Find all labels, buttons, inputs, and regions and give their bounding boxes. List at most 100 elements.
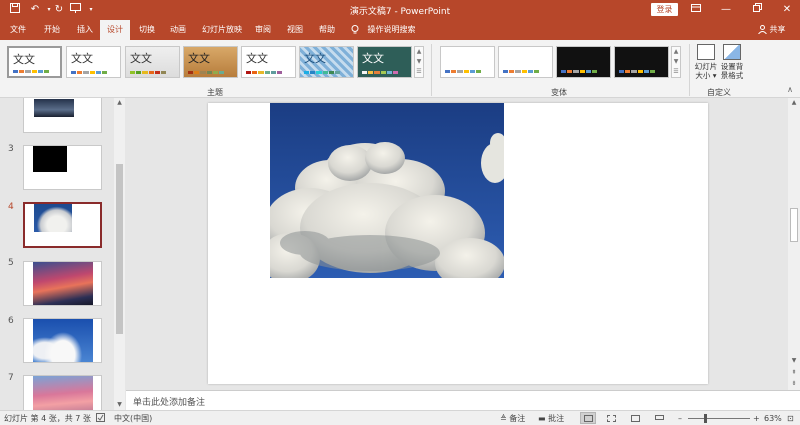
current-slide[interactable]	[208, 103, 708, 384]
zoom-slider[interactable]	[688, 418, 750, 419]
login-button[interactable]: 登录	[651, 3, 678, 16]
share-button[interactable]: 共享	[758, 20, 786, 40]
slide-number: 5	[8, 258, 14, 268]
variant-color-bars	[561, 70, 598, 73]
title-bar: ↶ ▾ ↻ ▾ 演示文稿7 - PowerPoint 登录 — ✕	[0, 0, 800, 20]
status-bar: 幻灯片 第 4 张，共 7 张 中文(中国) ≜ 备注 ▬ 批注 – + 63%…	[0, 410, 800, 425]
cloud-blue-sky-image	[34, 204, 72, 232]
slide-thumbnail[interactable]	[23, 98, 102, 133]
tab-animations[interactable]: 动画	[166, 20, 190, 40]
slide-size-button[interactable]: 幻灯片 大小 ▾	[693, 44, 719, 80]
next-slide-icon[interactable]: ⇟	[788, 379, 800, 389]
more-icon[interactable]: ☰	[415, 67, 423, 77]
slide-thumbnail-active[interactable]	[23, 202, 102, 248]
variant-2[interactable]	[498, 46, 553, 78]
red-sunset-clouds-image	[33, 262, 93, 305]
theme-color-bars	[188, 71, 225, 74]
theme-chalkboard[interactable]: 文文	[357, 46, 412, 78]
theme-ion-light[interactable]: 文文	[241, 46, 296, 78]
theme-pattern[interactable]: 文文	[299, 46, 354, 78]
slide-scrollbar[interactable]: ▲ ▼ ⇞ ⇟	[788, 98, 800, 390]
theme-preview-text: 文文	[188, 52, 210, 65]
ribbon-display-options-icon[interactable]	[688, 2, 704, 18]
theme-color-bars	[13, 70, 50, 73]
themes-scroll-control[interactable]: ▲ ▼ ☰	[414, 46, 424, 78]
zoom-in-icon[interactable]: +	[753, 413, 760, 424]
scroll-down-icon[interactable]: ▼	[114, 400, 125, 410]
chevron-down-icon[interactable]: ▼	[415, 57, 423, 67]
variants-scroll-control[interactable]: ▲ ▼ ☰	[671, 46, 681, 78]
slide-show-button[interactable]	[651, 412, 667, 424]
slide-number: 4	[8, 202, 14, 212]
cumulus-cloud-image[interactable]	[270, 103, 504, 278]
more-icon[interactable]: ☰	[672, 67, 680, 77]
tab-design[interactable]: 设计	[100, 20, 130, 40]
scrollbar-thumb[interactable]	[116, 164, 123, 334]
slide-thumbnail[interactable]	[23, 261, 102, 306]
theme-office-theme[interactable]: 文文	[66, 46, 121, 78]
format-background-label: 景格式	[720, 71, 744, 80]
format-background-button[interactable]: 设置背 景格式	[719, 44, 745, 80]
scroll-up-icon[interactable]: ▲	[788, 98, 800, 108]
theme-preview-text: 文文	[130, 52, 152, 65]
slide-size-label: 幻灯片	[694, 62, 718, 71]
comment-icon: ▬	[538, 414, 546, 423]
notes-placeholder: 单击此处添加备注	[133, 398, 206, 408]
slide-number: 7	[8, 373, 14, 383]
maximize-icon[interactable]	[749, 2, 765, 18]
close-icon[interactable]: ✕	[779, 2, 795, 18]
variant-3[interactable]	[556, 46, 611, 78]
chevron-down-icon[interactable]: ▼	[672, 57, 680, 67]
scroll-up-icon[interactable]: ▲	[114, 98, 125, 108]
theme-preview-text: 文文	[13, 53, 35, 66]
theme-wood[interactable]: 文文	[183, 46, 238, 78]
slide-thumbnail[interactable]	[23, 318, 102, 363]
tab-home[interactable]: 开始	[40, 20, 64, 40]
tell-me-search[interactable]: 操作说明搜索	[351, 20, 416, 40]
tab-help[interactable]: 帮助	[315, 20, 339, 40]
chevron-up-icon[interactable]: ▲	[672, 47, 680, 57]
previous-slide-icon[interactable]: ⇞	[788, 368, 800, 378]
language-status[interactable]: 中文(中国)	[114, 413, 152, 424]
slide-sorter-icon	[607, 415, 616, 422]
slide-editing-area	[126, 98, 788, 390]
slide-sorter-view-button[interactable]	[603, 412, 619, 424]
slide-show-icon	[655, 415, 664, 420]
zoom-slider-handle[interactable]	[704, 414, 707, 423]
variant-4[interactable]	[614, 46, 669, 78]
slide-thumbnail[interactable]	[23, 375, 102, 410]
slide-thumbnails-panel: 3 4 5 6 7	[0, 98, 126, 410]
reading-view-button[interactable]	[627, 412, 643, 424]
theme-facet[interactable]: 文文	[125, 46, 180, 78]
spelling-check-icon[interactable]	[96, 413, 105, 425]
minimize-icon[interactable]: —	[718, 2, 734, 18]
notes-toggle-button[interactable]: ≜ 备注	[500, 413, 525, 424]
normal-view-button[interactable]	[580, 412, 596, 424]
variant-color-bars	[503, 70, 540, 73]
theme-office[interactable]: 文文	[7, 46, 62, 78]
tab-insert[interactable]: 插入	[73, 20, 97, 40]
tab-slide-show[interactable]: 幻灯片放映	[199, 20, 245, 40]
notes-pane[interactable]: 单击此处添加备注	[126, 390, 800, 410]
scroll-down-icon[interactable]: ▼	[788, 356, 800, 366]
variant-color-bars	[445, 70, 482, 73]
thumbnails-scrollbar[interactable]: ▲ ▼	[114, 98, 125, 410]
format-background-icon	[723, 44, 741, 60]
themes-group-label: 主题	[207, 88, 223, 97]
slide-thumbnail[interactable]	[23, 145, 102, 190]
tell-me-label: 操作说明搜索	[367, 25, 416, 34]
chevron-up-icon[interactable]: ▲	[415, 47, 423, 57]
tab-file[interactable]: 文件	[6, 20, 30, 40]
fit-to-window-icon[interactable]: ⊡	[787, 413, 794, 424]
white-clouds-blue-sky-image	[33, 319, 93, 362]
zoom-out-icon[interactable]: –	[678, 413, 682, 424]
comments-toggle-button[interactable]: ▬ 批注	[538, 413, 564, 424]
zoom-level[interactable]: 63%	[764, 413, 782, 424]
collapse-ribbon-icon[interactable]: ∧	[782, 82, 798, 98]
scrollbar-thumb[interactable]	[790, 208, 798, 242]
theme-color-bars	[362, 71, 399, 74]
variant-1[interactable]	[440, 46, 495, 78]
tab-view[interactable]: 视图	[283, 20, 307, 40]
tab-transitions[interactable]: 切换	[135, 20, 159, 40]
tab-review[interactable]: 审阅	[251, 20, 275, 40]
